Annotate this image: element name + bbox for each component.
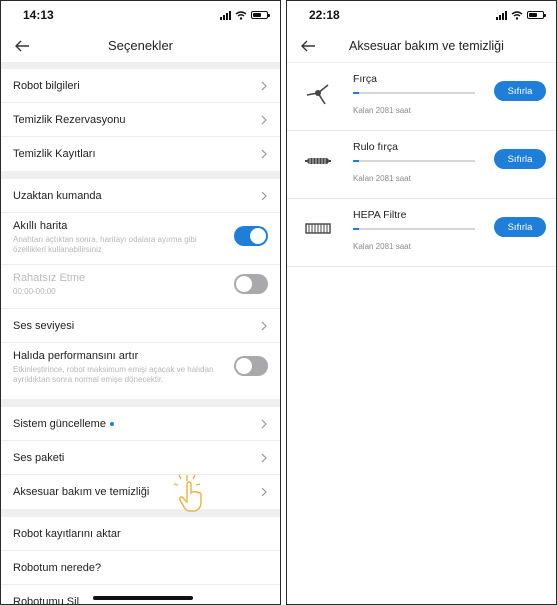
accessory-item: HEPA Filtre Kalan 2081 saat Sıfırla xyxy=(287,199,556,267)
settings-group-system: Sistem güncelleme Ses paketi Aksesuar ba… xyxy=(1,407,280,509)
accessory-item: Fırça Kalan 2081 saat Sıfırla xyxy=(287,63,556,131)
cleaning-records-row[interactable]: Temizlik Kayıtları xyxy=(1,137,280,171)
status-bar: 14:13 xyxy=(1,1,280,29)
system-update-label: Sistem güncelleme xyxy=(13,417,106,430)
remaining-hours: Kalan 2081 saat xyxy=(353,106,411,115)
reset-button[interactable]: Sıfırla xyxy=(494,81,546,101)
settings-group-device: Robot kayıtlarını aktar Robotum nerede? … xyxy=(1,517,280,605)
row-description: Anahtarı açtıktan sonra, haritayı odalar… xyxy=(13,235,197,254)
voice-pack-row[interactable]: Ses paketi xyxy=(1,441,280,475)
reset-button[interactable]: Sıfırla xyxy=(494,149,546,169)
row-label: Robotumu Sil xyxy=(13,596,80,605)
chevron-right-icon xyxy=(261,81,267,90)
system-update-row[interactable]: Sistem güncelleme xyxy=(1,407,280,441)
status-bar: 22:18 xyxy=(287,1,556,29)
reset-button[interactable]: Sıfırla xyxy=(494,217,546,237)
life-progress-bar xyxy=(353,160,475,162)
side-brush-icon xyxy=(306,84,329,105)
row-label: Robotum nerede? xyxy=(13,561,102,574)
options-screen: 14:13 Seçenekler Robot bilgileri Temizli… xyxy=(0,0,281,605)
row-label: Akıllı harita xyxy=(13,220,68,232)
row-label: Rahatsız Etme xyxy=(13,272,86,284)
do-not-disturb-row: Rahatsız Etme 00:00-00:00 xyxy=(1,265,280,309)
cleaning-schedule-row[interactable]: Temizlik Rezervasyonu xyxy=(1,103,280,137)
wifi-icon xyxy=(235,10,247,20)
row-label: Aksesuar bakım ve temizliği xyxy=(13,486,150,498)
row-label: Uzaktan kumanda xyxy=(13,189,102,202)
life-progress-bar xyxy=(353,92,475,94)
accessory-maintenance-screen: 22:18 Aksesuar bakım ve temizliği Fırça … xyxy=(286,0,557,605)
carpet-boost-toggle[interactable] xyxy=(234,356,268,376)
hepa-filter-icon xyxy=(305,223,331,234)
page-title: Aksesuar bakım ve temizliği xyxy=(349,38,504,53)
chevron-right-icon xyxy=(261,191,267,200)
row-label: Robot bilgileri xyxy=(13,79,80,92)
row-label: Temizlik Rezervasyonu xyxy=(13,113,126,126)
row-label: Ses seviyesi xyxy=(13,319,75,332)
accessory-maintenance-row[interactable]: Aksesuar bakım ve temizliği xyxy=(1,475,280,509)
tap-hand-icon xyxy=(173,474,202,512)
accessory-list: Fırça Kalan 2081 saat Sıfırla Rulo fırça… xyxy=(287,63,556,267)
nav-bar: Seçenekler xyxy=(1,29,280,63)
row-label: Robot kayıtlarını aktar xyxy=(13,527,121,540)
roller-brush-icon xyxy=(305,158,331,164)
row-description: Etkinleştirince, robot maksimum emişi aç… xyxy=(13,365,214,384)
remaining-hours: Kalan 2081 saat xyxy=(353,174,411,183)
signal-icon xyxy=(496,10,507,20)
accessory-item: Rulo fırça Kalan 2081 saat Sıfırla xyxy=(287,131,556,199)
row-label: Ses paketi xyxy=(13,451,65,464)
find-robot-row[interactable]: Robotum nerede? xyxy=(1,551,280,585)
do-not-disturb-toggle[interactable] xyxy=(234,274,268,294)
row-label: Sistem güncelleme xyxy=(13,418,114,430)
accessory-name: Fırça xyxy=(353,73,377,85)
battery-icon xyxy=(527,11,546,19)
status-time: 14:13 xyxy=(23,8,54,22)
chevron-right-icon xyxy=(261,487,267,497)
smart-map-toggle[interactable] xyxy=(234,226,268,246)
chevron-right-icon xyxy=(261,419,267,428)
robot-info-row[interactable]: Robot bilgileri xyxy=(1,69,280,103)
back-arrow-icon[interactable] xyxy=(299,37,317,55)
settings-list: Robot bilgileri Temizlik Rezervasyonu Te… xyxy=(1,63,280,605)
update-dot-badge xyxy=(109,421,114,426)
battery-icon xyxy=(251,11,270,19)
export-logs-row[interactable]: Robot kayıtlarını aktar xyxy=(1,517,280,551)
life-progress-bar xyxy=(353,228,475,230)
status-icons xyxy=(496,10,546,20)
remote-control-row[interactable]: Uzaktan kumanda xyxy=(1,179,280,213)
smart-map-row: Akıllı harita Anahtarı açtıktan sonra, h… xyxy=(1,213,280,265)
carpet-boost-row: Halıda performansını artır Etkinleştirin… xyxy=(1,343,280,399)
row-description: 00:00-00:00 xyxy=(13,287,56,296)
chevron-right-icon xyxy=(261,321,267,330)
accessory-name: Rulo fırça xyxy=(353,141,398,153)
delete-robot-row[interactable]: Robotumu Sil xyxy=(1,585,280,605)
chevron-right-icon xyxy=(261,453,267,462)
wifi-icon xyxy=(511,10,523,20)
status-time: 22:18 xyxy=(309,8,340,22)
settings-group-features: Uzaktan kumanda Akıllı harita Anahtarı a… xyxy=(1,179,280,399)
chevron-right-icon xyxy=(261,115,267,124)
status-icons xyxy=(220,10,270,20)
accessory-name: HEPA Filtre xyxy=(353,209,407,221)
volume-row[interactable]: Ses seviyesi xyxy=(1,309,280,343)
back-arrow-icon[interactable] xyxy=(13,37,31,55)
home-indicator xyxy=(93,596,193,600)
signal-icon xyxy=(220,10,231,20)
remaining-hours: Kalan 2081 saat xyxy=(353,242,411,251)
row-label: Halıda performansını artır xyxy=(13,350,139,362)
page-title: Seçenekler xyxy=(107,38,174,53)
row-label: Temizlik Kayıtları xyxy=(13,148,96,160)
chevron-right-icon xyxy=(261,149,267,159)
settings-group-robot: Robot bilgileri Temizlik Rezervasyonu Te… xyxy=(1,69,280,171)
nav-bar: Aksesuar bakım ve temizliği xyxy=(287,29,556,63)
